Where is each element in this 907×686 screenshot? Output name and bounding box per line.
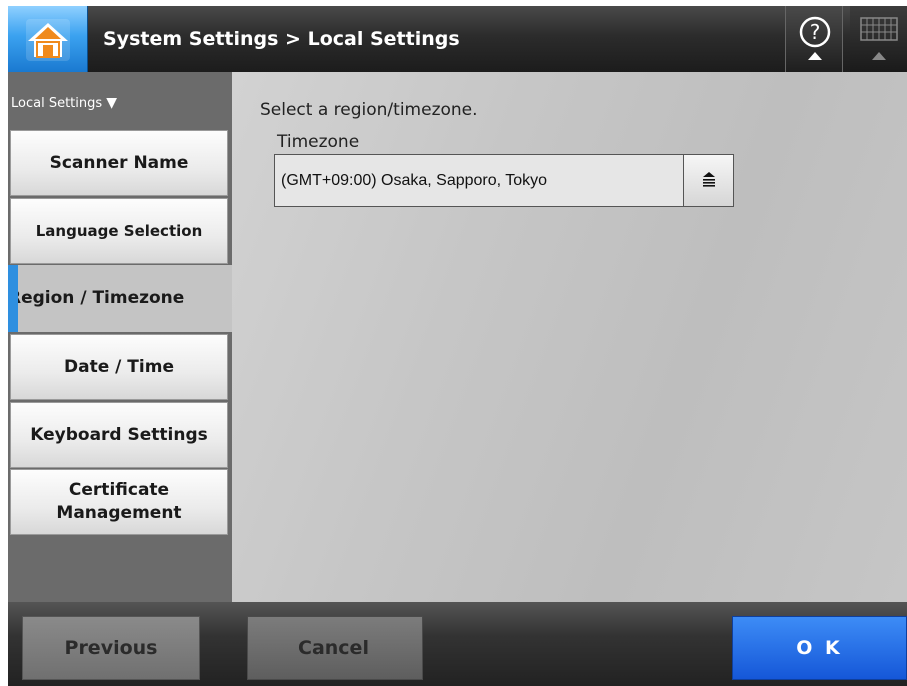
sidebar-item-label: Language Selection [35, 221, 203, 240]
timezone-select[interactable]: (GMT+09:00) Osaka, Sapporo, Tokyo [274, 154, 734, 207]
page-title: System Settings > Local Settings [103, 28, 460, 50]
sidebar-item-language-selection[interactable]: Language Selection [10, 198, 228, 264]
dropdown-triangle-icon: ▼ [106, 95, 118, 111]
keyboard-button[interactable] [850, 6, 907, 72]
cancel-button[interactable]: Cancel [247, 616, 423, 680]
svg-text:?: ? [810, 20, 821, 44]
help-icon: ? [799, 16, 831, 60]
sidebar: Local Settings ▼ Scanner Name Language S… [8, 72, 234, 602]
instruction-text: Select a region/timezone. [260, 100, 478, 120]
local-settings-menu[interactable]: Local Settings ▼ [8, 72, 232, 128]
sidebar-item-scanner-name[interactable]: Scanner Name [10, 130, 228, 196]
dropdown-list-icon [703, 172, 715, 187]
help-button[interactable]: ? [785, 6, 843, 72]
sidebar-item-keyboard-settings[interactable]: Keyboard Settings [10, 402, 228, 468]
sidebar-section-label: Local Settings [11, 96, 103, 111]
timezone-dropdown-button[interactable] [683, 155, 733, 206]
ok-button[interactable]: O K [732, 616, 907, 680]
sidebar-item-label: Keyboard Settings [30, 424, 208, 445]
home-icon [26, 19, 70, 61]
sidebar-item-certificate-management[interactable]: Certificate Management [10, 469, 228, 535]
main-panel: Select a region/timezone. Timezone (GMT+… [232, 72, 907, 602]
footer-bar: Previous Cancel O K [8, 602, 907, 686]
active-indicator [8, 265, 18, 332]
timezone-label: Timezone [277, 132, 360, 152]
home-button[interactable] [8, 6, 88, 72]
sidebar-item-region-timezone[interactable]: Region / Timezone [8, 265, 234, 332]
title-bar: System Settings > Local Settings ? [8, 6, 907, 72]
sidebar-item-label: Certificate Management [56, 480, 182, 523]
keyboard-icon [860, 17, 898, 60]
previous-button[interactable]: Previous [22, 616, 200, 680]
sidebar-item-label: Date / Time [64, 356, 174, 377]
sidebar-item-date-time[interactable]: Date / Time [10, 334, 228, 400]
timezone-value: (GMT+09:00) Osaka, Sapporo, Tokyo [281, 172, 548, 189]
sidebar-item-label: Region / Timezone [8, 288, 185, 309]
sidebar-item-label: Scanner Name [49, 152, 189, 173]
